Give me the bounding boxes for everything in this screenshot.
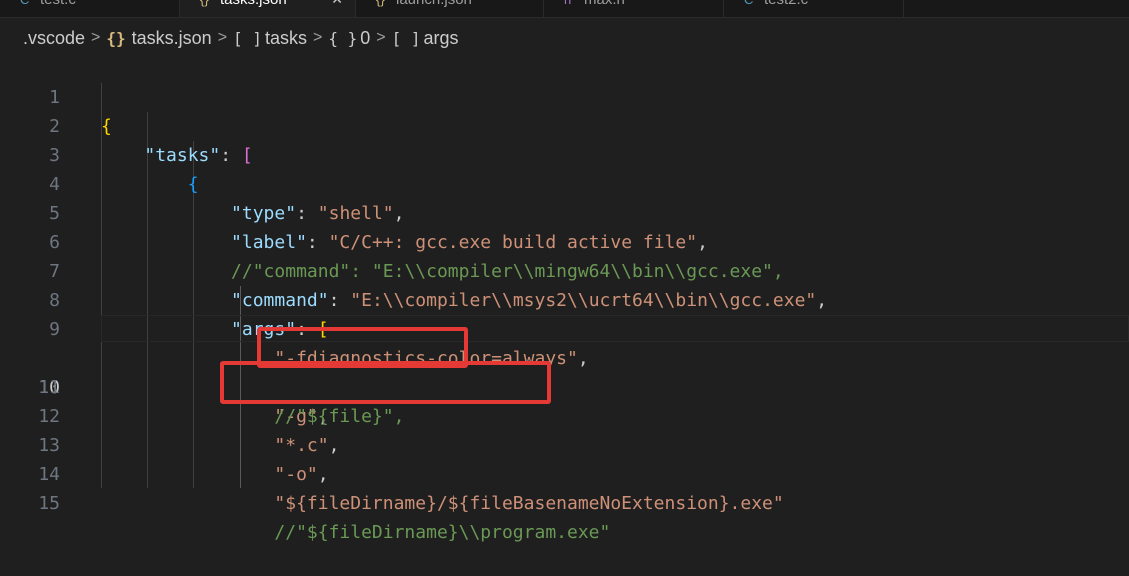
breadcrumb-file[interactable]: {} tasks.json — [106, 28, 211, 49]
code-line: 14 "${fileDirname}/${fileBasenameNoExten… — [38, 464, 784, 514]
breadcrumb-symbol-0[interactable]: { } 0 — [328, 28, 370, 49]
breadcrumb: .vscode > {} tasks.json > [ ] tasks > { … — [0, 18, 1129, 58]
tab-test-c[interactable]: C test.c — [0, 0, 180, 17]
code-line: 8 "args": [ — [49, 290, 329, 340]
c-file-icon: C — [744, 0, 753, 8]
code-line: 12 "*.c", — [38, 406, 340, 456]
object-icon: { } — [328, 28, 358, 48]
code-line: 4 "type": "shell", — [49, 174, 405, 224]
code-line: 5 "label": "C/C++: gcc.exe build active … — [49, 203, 708, 253]
c-file-icon: C — [20, 0, 29, 8]
breadcrumb-folder[interactable]: .vscode — [23, 28, 85, 49]
tab-launch-json[interactable]: {} launch.json — [356, 0, 544, 17]
chevron-right-icon: > — [217, 29, 228, 46]
breadcrumb-symbol-args[interactable]: [ ] args — [392, 28, 459, 49]
current-line-highlight — [101, 315, 1129, 342]
tab-tasks-json[interactable]: {} tasks.json ✕ — [180, 0, 356, 17]
json-file-icon: {} — [200, 0, 209, 8]
close-icon[interactable]: ✕ — [331, 0, 343, 8]
code-line: 6 //"command": "E:\\compiler\\mingw64\\b… — [49, 232, 784, 282]
chevron-right-icon: > — [312, 29, 323, 46]
breadcrumb-symbol-tasks[interactable]: [ ] tasks — [233, 28, 307, 49]
array-icon: [ ] — [233, 28, 262, 48]
json-file-icon: {} — [376, 0, 385, 8]
code-line: 9 "-fdiagnostics-color=always", — [49, 319, 589, 369]
tab-test2-c[interactable]: C test2.c — [724, 0, 904, 17]
chevron-right-icon: > — [376, 29, 386, 46]
array-icon: [ ] — [391, 28, 421, 48]
h-file-icon: h — [564, 0, 571, 8]
code-line: 15 //"${fileDirname}\\program.exe" — [38, 493, 611, 543]
code-line: 11 //"${file}", — [38, 377, 405, 427]
json-file-icon: {} — [106, 28, 126, 48]
code-line: 7 "command": "E:\\compiler\\msys2\\ucrt6… — [49, 261, 828, 311]
highlight-box — [220, 361, 551, 404]
code-line: 1 { — [49, 87, 112, 137]
tab-max-h[interactable]: h max.h — [544, 0, 724, 17]
code-line: 13 "-o", — [38, 435, 329, 485]
code-editor[interactable]: 1 { 2 "tasks": [ 3 { 4 "type": "shell", … — [0, 54, 1129, 543]
tab-bar: C test.c {} tasks.json ✕ {} launch.json … — [0, 0, 1129, 18]
code-line: 3 { — [49, 145, 199, 195]
chevron-right-icon: > — [91, 29, 101, 46]
code-line-current: 10 "-g", — [0, 315, 1129, 427]
code-line: 2 "tasks": [ — [49, 116, 253, 166]
